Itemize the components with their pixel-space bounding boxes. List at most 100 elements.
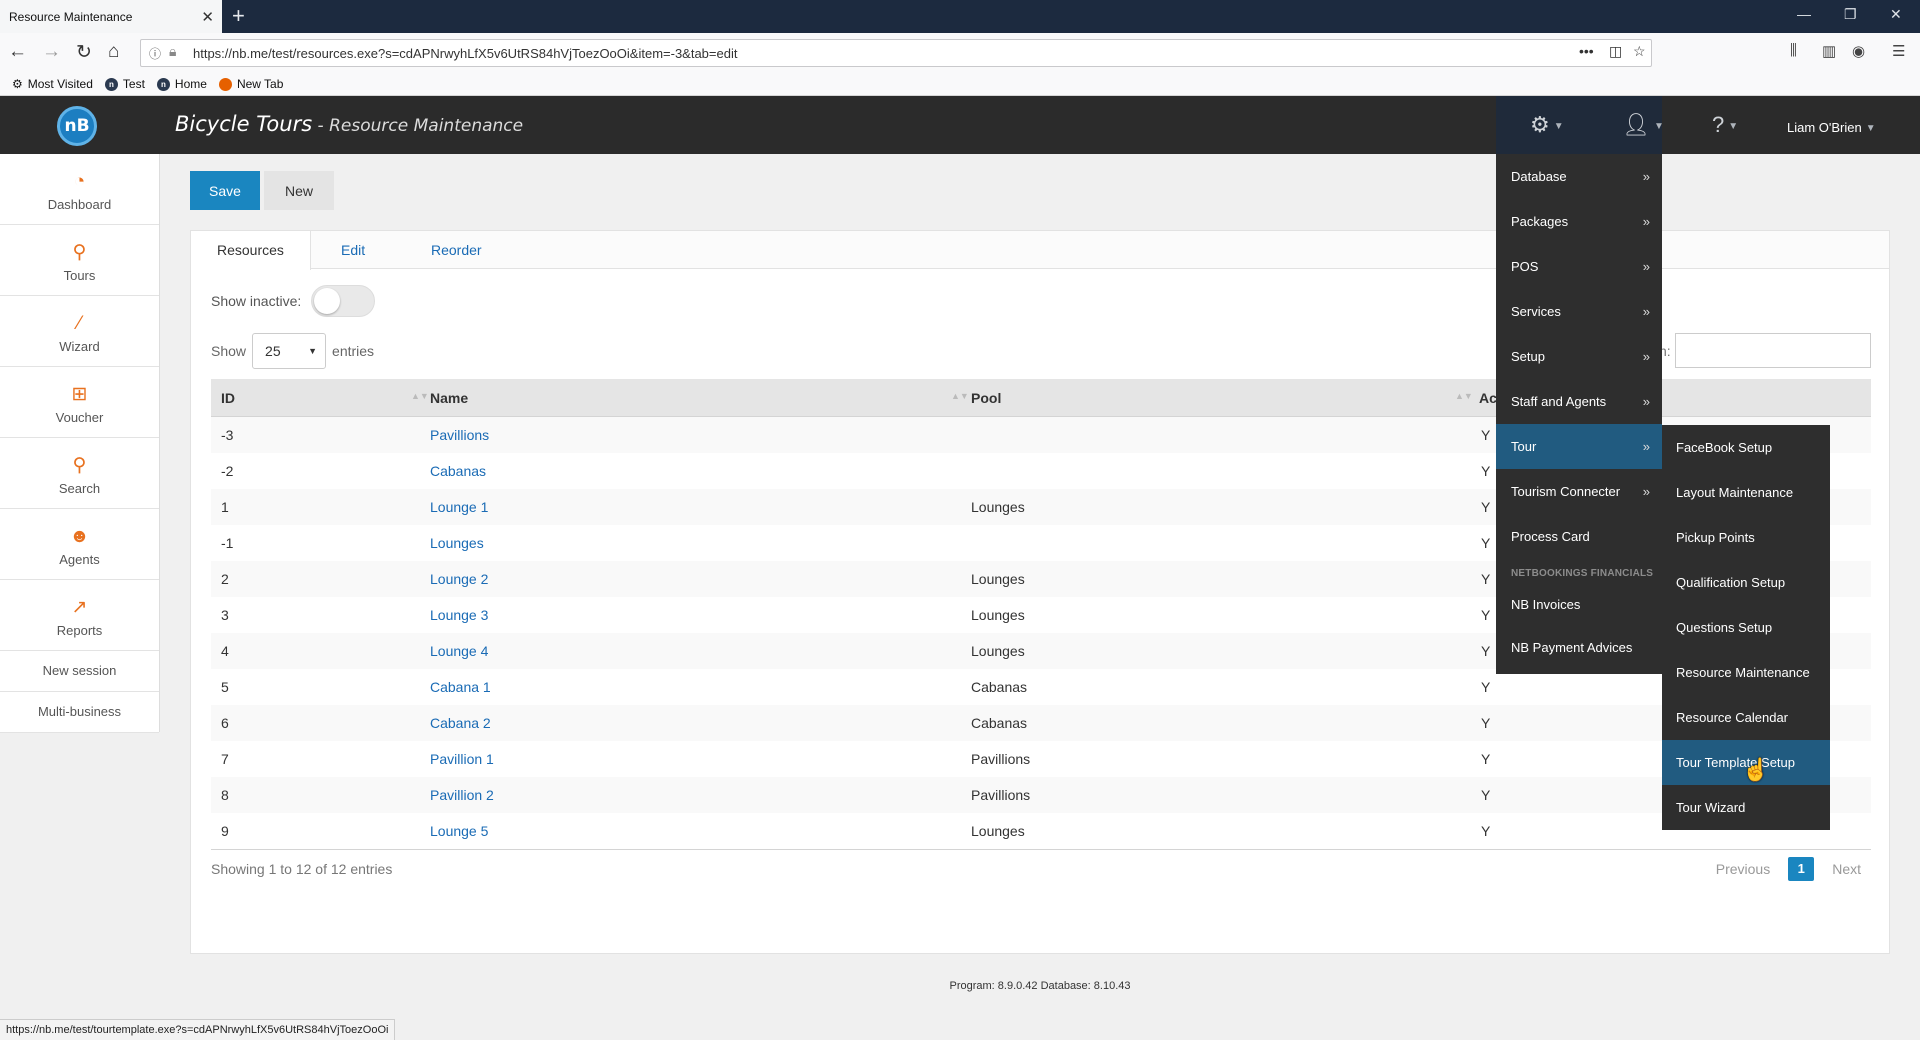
submenu-item-qualification-setup[interactable]: Qualification Setup	[1662, 560, 1830, 605]
resource-link[interactable]: Cabana 1	[430, 669, 491, 705]
new-button[interactable]: New	[264, 171, 334, 210]
sidebar-item-agents[interactable]: ☻ Agents	[0, 509, 159, 580]
sort-icon[interactable]: ▲▼	[411, 391, 429, 401]
search-input[interactable]	[1675, 333, 1871, 368]
resource-link[interactable]: Lounges	[430, 525, 484, 561]
entries-select[interactable]: 25 ▼	[252, 333, 327, 369]
resource-link[interactable]: Lounge 2	[430, 561, 488, 597]
submenu-item-resource-calendar[interactable]: Resource Calendar	[1662, 695, 1830, 740]
user-admin-icon[interactable]: 👤︎ ▼	[1622, 112, 1664, 138]
menu-item-staff-and-agents[interactable]: Staff and Agents»	[1496, 379, 1662, 424]
site-info-icon[interactable]: ⓘ	[149, 45, 161, 62]
previous-page-button[interactable]: Previous	[1716, 861, 1770, 877]
menu-item-database[interactable]: Database»	[1496, 154, 1662, 199]
show-inactive-row: Show inactive:	[211, 285, 376, 317]
browser-tab[interactable]: Resource Maintenance ✕	[0, 0, 222, 33]
next-page-button[interactable]: Next	[1832, 861, 1861, 877]
menu-item-services[interactable]: Services»	[1496, 289, 1662, 334]
submenu-item-questions-setup[interactable]: Questions Setup	[1662, 605, 1830, 650]
minimize-icon[interactable]: —	[1797, 6, 1811, 22]
submenu-item-resource-maintenance[interactable]: Resource Maintenance	[1662, 650, 1830, 695]
library-icon[interactable]: ⫼	[1790, 42, 1797, 59]
tab-reorder[interactable]: Reorder	[405, 231, 508, 269]
tab-edit[interactable]: Edit	[315, 231, 391, 269]
menu-item-tour[interactable]: Tour»	[1496, 424, 1662, 469]
resource-link[interactable]: Lounge 4	[430, 633, 488, 669]
submenu-item-pickup-points[interactable]: Pickup Points	[1662, 515, 1830, 560]
resource-link[interactable]: Pavillions	[430, 417, 489, 453]
window-close-icon[interactable]: ✕	[1890, 6, 1902, 23]
app-logo[interactable]: nB	[57, 106, 97, 146]
sidebar-item-tours[interactable]: ⚲ Tours	[0, 225, 159, 296]
account-icon[interactable]: ◉	[1852, 42, 1865, 60]
bookmarks-bar: ⚙ Most Visited n Test n Home New Tab	[0, 73, 1920, 96]
bookmark-test[interactable]: n Test	[104, 77, 145, 91]
sidebar-item-reports[interactable]: ↗ Reports	[0, 580, 159, 651]
menu-item-process-card[interactable]: Process Card	[1496, 514, 1662, 559]
table-row: 8 Pavillion 2 Pavillions Y	[211, 777, 1871, 813]
resource-link[interactable]: Lounge 1	[430, 489, 488, 525]
restore-icon[interactable]: ❐	[1844, 6, 1857, 23]
resource-link[interactable]: Lounge 3	[430, 597, 488, 633]
pocket-icon[interactable]: ◫	[1609, 43, 1622, 60]
resource-link[interactable]: Cabanas	[430, 453, 486, 489]
resource-link[interactable]: Lounge 5	[430, 813, 488, 849]
menu-item-nb-payment-advices[interactable]: NB Payment Advices	[1496, 626, 1662, 669]
submenu-item-layout-maintenance[interactable]: Layout Maintenance	[1662, 470, 1830, 515]
settings-dropdown-menu: Database» Packages» POS» Services» Setup…	[1496, 154, 1662, 674]
resource-link[interactable]: Pavillion 1	[430, 741, 494, 777]
sort-icon[interactable]: ▲▼	[951, 391, 969, 401]
new-tab-icon[interactable]: +	[232, 3, 245, 29]
hamburger-menu-icon[interactable]: ☰	[1892, 42, 1905, 60]
page-actions-icon[interactable]: •••	[1579, 43, 1594, 59]
back-icon[interactable]: ←	[8, 41, 27, 63]
help-icon[interactable]: ? ▼	[1712, 112, 1738, 138]
page-1-button[interactable]: 1	[1788, 857, 1815, 881]
nb-favicon-icon: n	[156, 77, 170, 91]
show-label: Show	[211, 343, 247, 359]
agent-icon: ☻	[69, 526, 90, 547]
sidebar-item-dashboard[interactable]: ◔ Dashboard	[0, 154, 159, 225]
sidebar-item-wizard[interactable]: ⁄ Wizard	[0, 296, 159, 367]
resource-link[interactable]: Pavillion 2	[430, 777, 494, 813]
table-divider	[211, 849, 1871, 850]
menu-item-nb-invoices[interactable]: NB Invoices	[1496, 583, 1662, 626]
browser-tab-bar: Resource Maintenance ✕ + — ❐ ✕	[0, 0, 1920, 33]
menu-item-packages[interactable]: Packages»	[1496, 199, 1662, 244]
menu-item-pos[interactable]: POS»	[1496, 244, 1662, 289]
home-icon[interactable]: ⌂	[108, 41, 119, 63]
sort-icon[interactable]: ▲▼	[1455, 391, 1473, 401]
resource-link[interactable]: Cabana 2	[430, 705, 491, 741]
submenu-item-facebook-setup[interactable]: FaceBook Setup	[1662, 425, 1830, 470]
nb-favicon-icon: n	[104, 77, 118, 91]
new-session-link[interactable]: New session	[0, 651, 159, 692]
menu-item-setup[interactable]: Setup»	[1496, 334, 1662, 379]
submenu-item-tour-wizard[interactable]: Tour Wizard	[1662, 785, 1830, 830]
column-active[interactable]: Ac	[1479, 379, 1497, 417]
tab-resources[interactable]: Resources	[191, 231, 311, 270]
sidebar-toggle-icon[interactable]: ▥	[1822, 42, 1836, 60]
address-bar[interactable]: ⓘ 🔒︎ https://nb.me/test/resources.exe?s=…	[140, 39, 1652, 67]
column-id[interactable]: ID	[221, 379, 235, 417]
sidebar-item-search[interactable]: ⚲ Search	[0, 438, 159, 509]
browser-toolbar: ← → ↻ ⌂ ⓘ 🔒︎ https://nb.me/test/resource…	[0, 33, 1920, 73]
multi-business-link[interactable]: Multi-business	[0, 692, 159, 733]
sidebar: ◔ Dashboard ⚲ Tours ⁄ Wizard ⊞ Voucher ⚲ Sear…	[0, 154, 160, 733]
url-text[interactable]: https://nb.me/test/resources.exe?s=cdAPN…	[193, 46, 737, 61]
bookmark-new-tab[interactable]: New Tab	[218, 77, 283, 91]
close-tab-icon[interactable]: ✕	[201, 8, 214, 26]
show-inactive-toggle[interactable]	[311, 285, 376, 317]
save-button[interactable]: Save	[190, 171, 260, 210]
menu-item-tourism-connecter[interactable]: Tourism Connecter»	[1496, 469, 1662, 514]
user-menu[interactable]: Liam O'Brien ▼	[1787, 120, 1876, 135]
bookmark-most-visited[interactable]: ⚙ Most Visited	[12, 77, 93, 91]
column-name[interactable]: Name	[430, 379, 468, 417]
sidebar-item-voucher[interactable]: ⊞ Voucher	[0, 367, 159, 438]
reload-icon[interactable]: ↻	[76, 41, 92, 64]
forward-icon[interactable]: →	[42, 41, 61, 63]
cyclist-icon: ⚲	[72, 242, 87, 263]
bookmark-home[interactable]: n Home	[156, 77, 207, 91]
gear-icon: ⚙	[12, 77, 23, 91]
bookmark-star-icon[interactable]: ☆	[1633, 43, 1646, 60]
column-pool[interactable]: Pool	[971, 379, 1001, 417]
